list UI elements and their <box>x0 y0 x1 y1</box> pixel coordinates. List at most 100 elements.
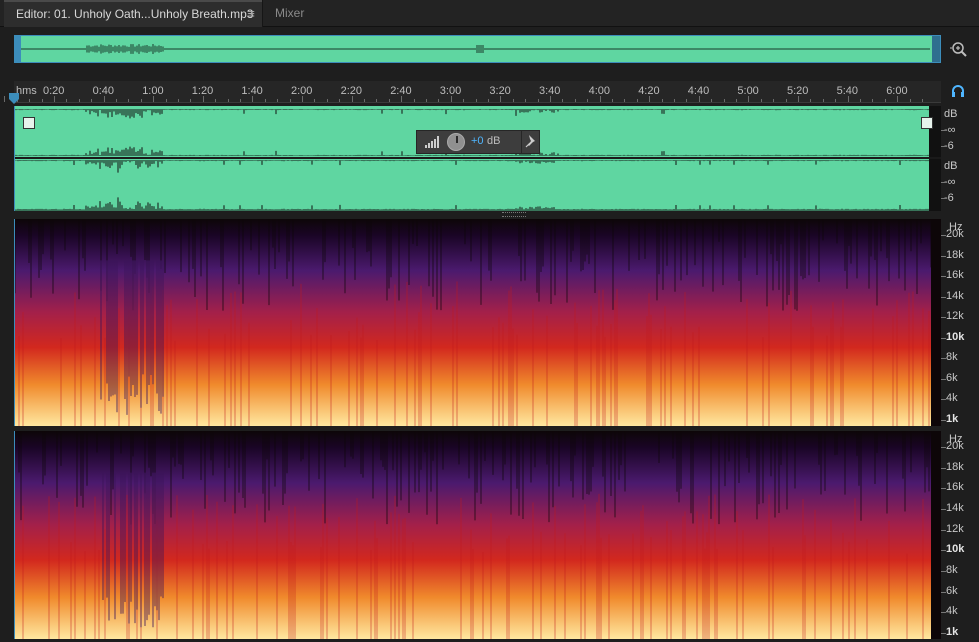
ruler-tick <box>922 99 923 102</box>
spectral-display-right[interactable] <box>14 431 941 639</box>
ruler-tick <box>884 99 886 102</box>
ruler-tick <box>574 99 576 102</box>
hz-tick <box>941 337 946 339</box>
ruler-tick <box>153 96 155 102</box>
db-scale-label: dB <box>944 108 958 120</box>
ruler-tick <box>252 96 254 102</box>
ruler-tick <box>450 96 452 102</box>
zoom-icon[interactable] <box>950 40 968 58</box>
view-resize-handle[interactable] <box>502 212 526 217</box>
ruler-tick <box>54 96 55 102</box>
overview-range-left-handle[interactable] <box>15 36 21 62</box>
waveform-trace <box>15 160 935 211</box>
hz-tick <box>941 358 946 360</box>
time-ruler[interactable]: hms 0:20 0:40 1:00 1:20 1:40 2:00 2:20 2:40 3:00… <box>4 81 941 103</box>
ruler-tick <box>847 96 849 102</box>
overview-bar[interactable] <box>14 35 941 63</box>
ruler-tick <box>649 96 651 102</box>
ruler-tick <box>178 99 179 102</box>
hz-scale-label: 8k <box>946 351 958 364</box>
fade-in-handle[interactable] <box>23 117 35 129</box>
hz-tick <box>941 633 946 634</box>
db-scale-label: -6 <box>944 192 954 204</box>
hz-tick <box>941 420 946 421</box>
ruler-tick <box>773 99 775 102</box>
hz-tick <box>941 591 946 593</box>
hz-scale-label: 4k <box>946 605 958 618</box>
ruler-tick <box>760 99 762 102</box>
ruler-tick <box>116 99 117 102</box>
ruler-tick <box>798 96 799 102</box>
tab-editor[interactable]: Editor: 01. Unholy Oath...Unholy Breath.… <box>4 0 262 27</box>
ruler-tick <box>810 99 812 102</box>
tab-mixer[interactable]: Mixer <box>262 0 336 27</box>
gain-knob-icon[interactable] <box>447 133 465 151</box>
ruler-tick <box>264 99 266 102</box>
spectrogram-right <box>15 431 941 639</box>
ruler-tick <box>289 99 291 102</box>
ruler-tick <box>723 99 725 102</box>
ruler-tick <box>29 99 31 102</box>
hz-tick <box>941 571 946 572</box>
ruler-tick <box>488 99 489 102</box>
ruler-tick <box>364 99 365 102</box>
hz-tick <box>941 529 946 531</box>
hz-scale-label: 14k <box>946 289 964 302</box>
ruler-tick <box>326 99 328 102</box>
level-bars-icon <box>425 136 439 148</box>
db-scale-label: -∞ <box>944 176 956 188</box>
ruler-tick <box>736 99 737 102</box>
db-tick <box>941 146 945 147</box>
hz-tick <box>941 378 946 380</box>
hz-scale-label: 18k <box>946 460 964 473</box>
hz-scale-label: 16k <box>946 269 964 282</box>
gain-hud[interactable]: +0 dB <box>416 130 540 154</box>
ruler-tick <box>376 99 378 102</box>
ruler-tick <box>128 99 130 102</box>
ruler-tick <box>686 99 688 102</box>
ruler-tick <box>897 96 899 102</box>
ruler-tick <box>562 99 564 102</box>
ruler-tick <box>438 99 440 102</box>
ruler-tick <box>190 99 192 102</box>
db-scale-label: -∞ <box>944 124 956 136</box>
hz-tick <box>941 276 946 278</box>
hz-scale-label: 6k <box>946 371 958 384</box>
fade-out-handle[interactable] <box>921 117 933 129</box>
hz-scale-label: 18k <box>946 248 964 261</box>
hz-tick <box>941 550 946 552</box>
ruler-tick <box>426 99 427 102</box>
gain-value[interactable]: +0 <box>471 135 484 147</box>
ruler-tick <box>302 96 303 102</box>
ruler-tick <box>636 99 638 102</box>
ruler-tick <box>835 99 837 102</box>
ruler-tick <box>785 99 787 102</box>
hz-scale-label: 20k <box>946 440 964 452</box>
hz-scale-label: 1k <box>946 413 959 425</box>
hz-scale-label: 1k <box>946 626 959 638</box>
tab-editor-label: Editor: 01. Unholy Oath...Unholy Breath.… <box>16 7 254 21</box>
headphones-icon[interactable] <box>951 84 965 98</box>
ruler-tick <box>475 99 477 102</box>
ruler-tick <box>401 96 403 102</box>
db-tick <box>941 198 945 199</box>
spectral-display-left[interactable] <box>14 219 941 426</box>
ruler-tick <box>388 99 390 102</box>
overview-waveform-trace <box>20 44 930 54</box>
ruler-tick <box>872 99 874 102</box>
hz-scale-label: 12k <box>946 522 964 535</box>
ruler-tick <box>748 96 750 102</box>
hz-scale-label: 10k <box>946 330 965 343</box>
ruler-tick <box>550 96 551 102</box>
pin-icon[interactable] <box>525 134 537 148</box>
ruler-tick <box>624 99 626 102</box>
ruler-tick <box>277 99 279 102</box>
hz-tick <box>941 467 946 469</box>
waveform-display[interactable] <box>14 106 941 211</box>
ruler-tick <box>240 99 241 102</box>
ruler-tick <box>525 99 527 102</box>
ruler-tick <box>41 99 43 102</box>
playhead-marker-icon[interactable] <box>8 93 20 105</box>
overview-range-right-handle[interactable] <box>932 36 940 62</box>
tab-menu-icon[interactable]: ≡ <box>242 2 260 26</box>
